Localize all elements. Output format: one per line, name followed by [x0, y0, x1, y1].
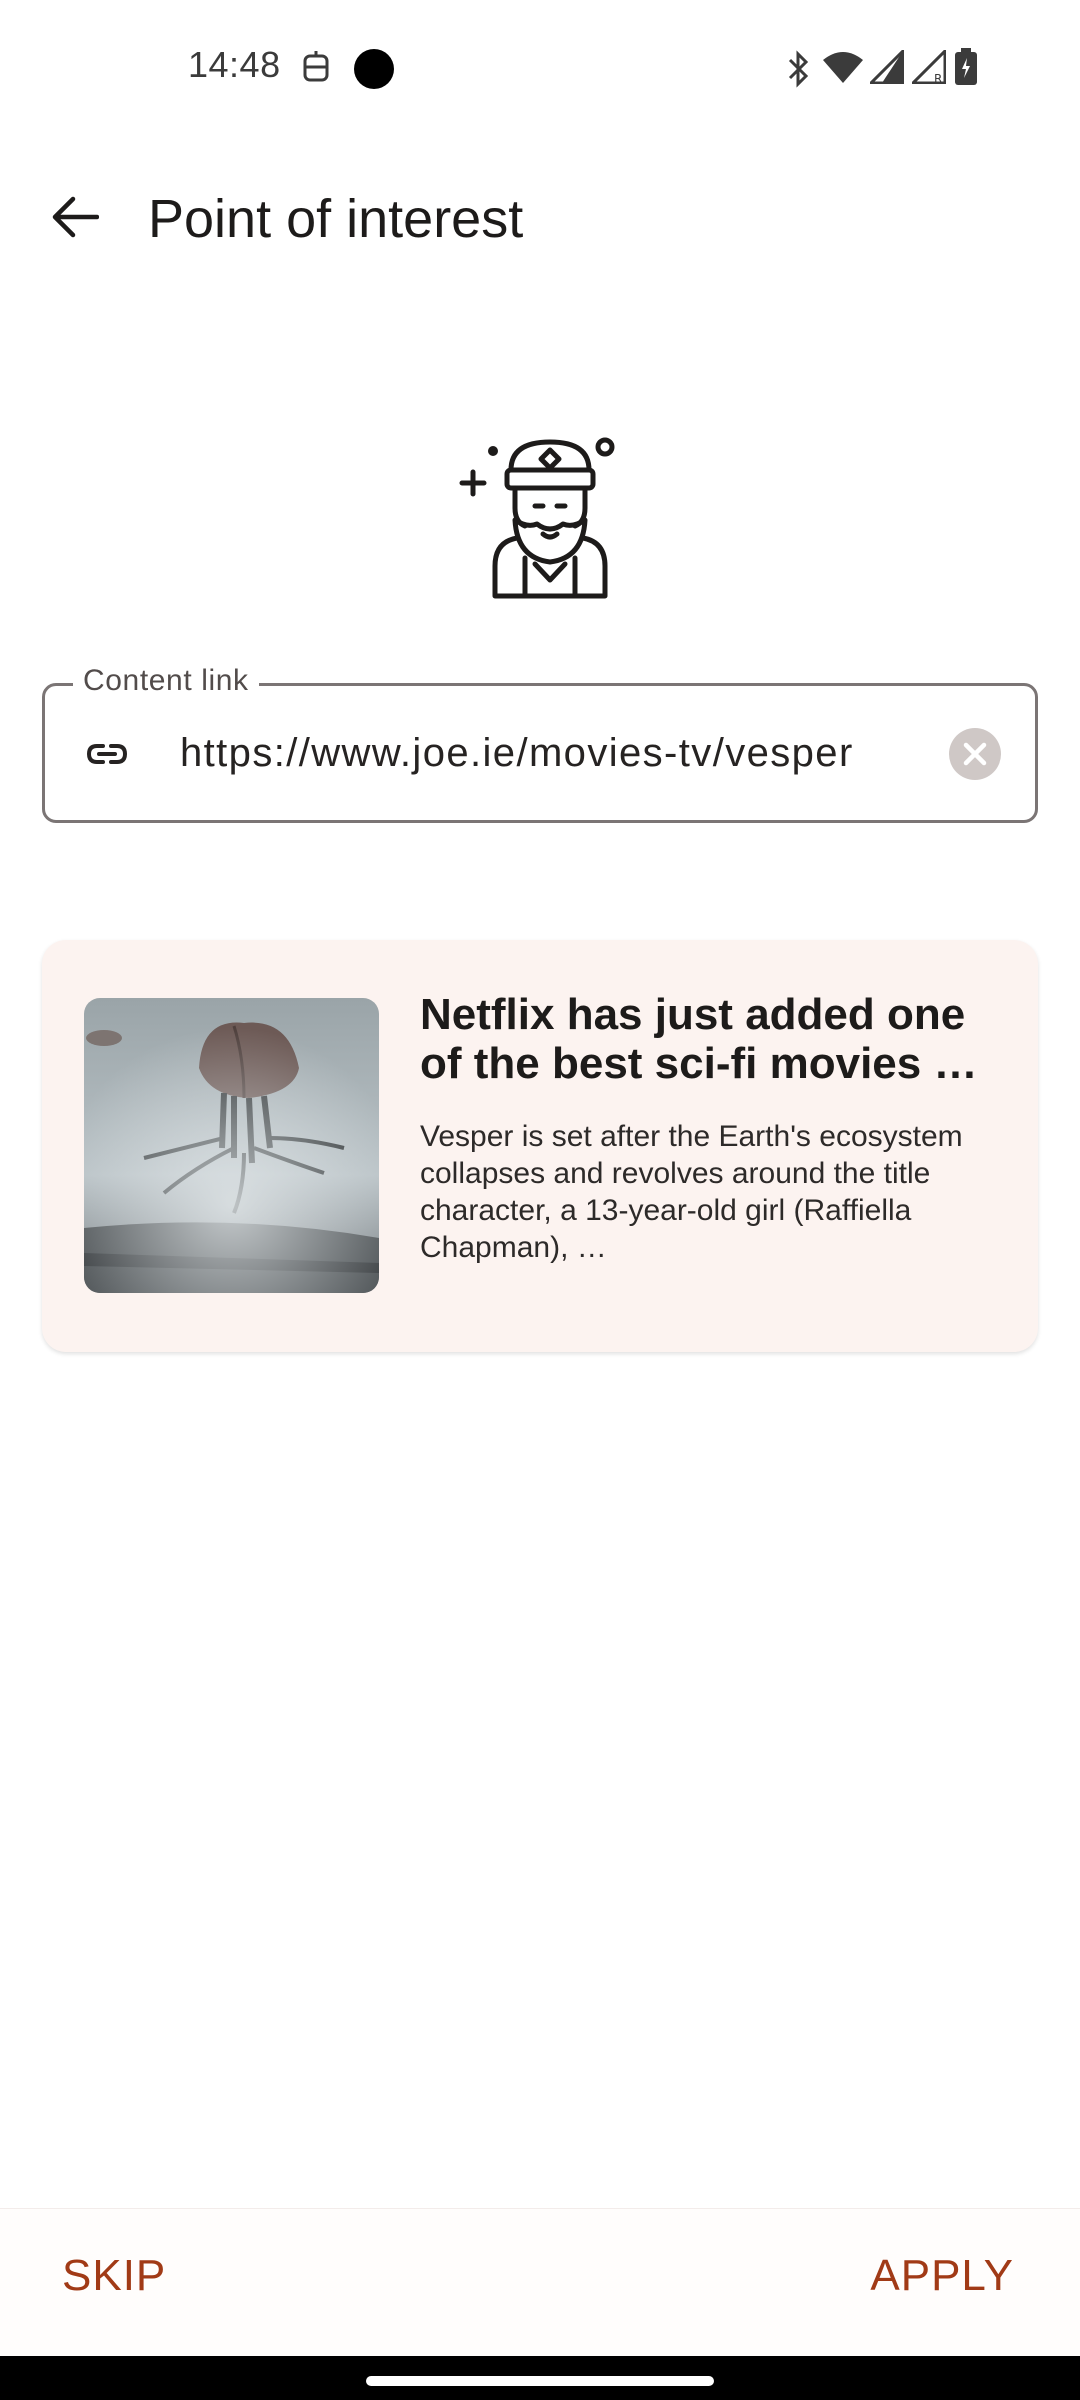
system-nav-bar — [0, 2356, 1080, 2400]
page-title: Point of interest — [148, 189, 524, 249]
svg-text:R: R — [934, 72, 942, 84]
skip-button[interactable]: SKIP — [62, 2251, 166, 2301]
status-bar: 14:48 R — [0, 0, 1080, 135]
signal-icon — [867, 47, 905, 89]
screen: 14:48 R Point of interest Content link h… — [0, 0, 1080, 2400]
apply-button[interactable]: APPLY — [870, 2251, 1014, 2301]
bottom-action-bar: SKIP APPLY — [0, 2208, 1080, 2356]
bearded-sage-icon — [455, 430, 625, 600]
robot-notification-icon — [300, 50, 332, 89]
camera-cutout — [353, 48, 395, 95]
status-time: 14:48 — [188, 44, 281, 85]
movie-still-thumbnail — [84, 998, 379, 1293]
content-link-field[interactable]: Content link — [42, 664, 1038, 823]
preview-title: Netflix has just added one of the best s… — [420, 990, 978, 1088]
battery-icon — [954, 48, 978, 91]
link-preview-card[interactable]: Netflix has just added one of the best s… — [42, 940, 1038, 1352]
app-bar: Point of interest — [0, 160, 1080, 280]
content-link-input[interactable] — [180, 686, 960, 820]
clear-icon — [949, 728, 1001, 780]
wifi-icon — [822, 50, 864, 89]
signal-roaming-icon: R — [909, 47, 947, 89]
bluetooth-icon — [784, 50, 812, 93]
gesture-handle[interactable] — [366, 2376, 714, 2386]
clear-text-button[interactable] — [949, 728, 1001, 780]
back-button[interactable] — [40, 182, 110, 252]
link-icon — [85, 732, 129, 776]
arrow-back-icon — [52, 196, 99, 238]
preview-description: Vesper is set after the Earth's ecosyste… — [420, 1120, 963, 1264]
